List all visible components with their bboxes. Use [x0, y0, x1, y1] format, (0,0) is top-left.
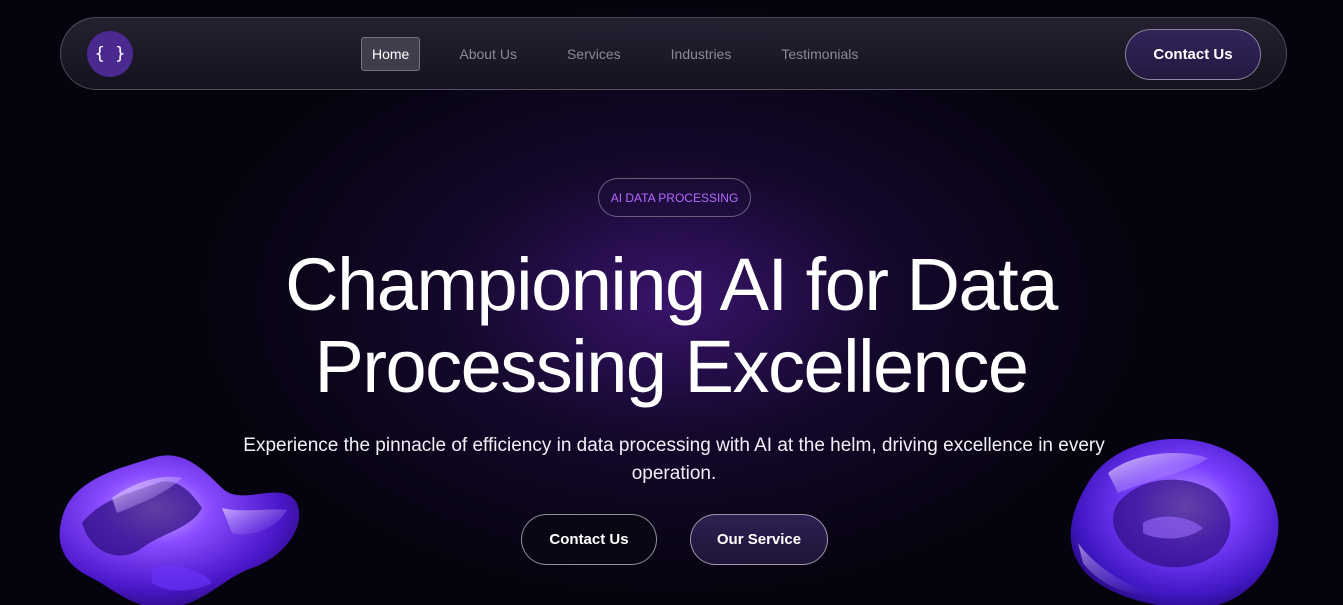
nav-link-about-us[interactable]: About Us — [448, 37, 528, 71]
nav-contact-button[interactable]: Contact Us — [1125, 29, 1261, 80]
hero-subtitle: Experience the pinnacle of efficiency in… — [243, 435, 1105, 484]
top-navbar: { } Home About Us Services Industries Te… — [60, 17, 1287, 90]
logo-icon[interactable]: { } — [87, 31, 133, 77]
hero-our-service-button[interactable]: Our Service — [690, 514, 828, 565]
nav-link-services[interactable]: Services — [556, 37, 632, 71]
nav-link-testimonials[interactable]: Testimonials — [770, 37, 869, 71]
abstract-3d-shape-icon — [59, 455, 300, 605]
nav-link-industries[interactable]: Industries — [660, 37, 743, 71]
hero-contact-button[interactable]: Contact Us — [521, 514, 657, 565]
nav-link-home[interactable]: Home — [361, 37, 421, 71]
landing-page: { } Home About Us Services Industries Te… — [0, 0, 1343, 605]
abstract-3d-shape-icon — [1070, 438, 1279, 605]
nav-links: Home About Us Services Industries Testim… — [361, 37, 897, 71]
hero-title: Championing AI for Data Processing Excel… — [285, 243, 1058, 408]
hero-badge: AI DATA PROCESSING — [598, 178, 751, 217]
